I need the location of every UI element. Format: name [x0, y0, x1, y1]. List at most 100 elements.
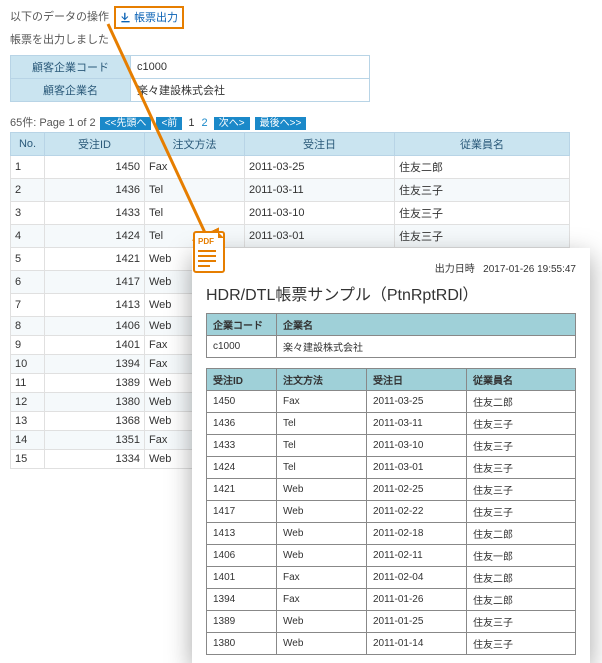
filter-name-label: 顧客企業名 [11, 78, 131, 101]
table-row: 1450Fax2011-03-25住友二郎 [207, 391, 576, 413]
cell-id: 1421 [207, 479, 277, 501]
top-line: 以下のデータの操作 帳票出力 [10, 6, 592, 29]
cell-method: Web [277, 479, 367, 501]
table-row: 1406Web2011-02-11住友一郎 [207, 545, 576, 567]
cell-emp: 住友二郎 [467, 523, 576, 545]
filter-code-value: c1000 [131, 55, 370, 78]
cell-date: 2011-01-25 [367, 611, 467, 633]
cell-emp: 住友三子 [467, 611, 576, 633]
pager-next[interactable]: 次へ> [214, 117, 250, 130]
cell-method: Web [277, 611, 367, 633]
table-row: 1380Web2011-01-14住友三子 [207, 633, 576, 655]
col-date: 受注日 [245, 132, 395, 155]
cell-no: 4 [11, 224, 45, 247]
cell-method: Fax [277, 391, 367, 413]
pdf-code-value: c1000 [207, 336, 277, 358]
table-row: 1394Fax2011-01-26住友二郎 [207, 589, 576, 611]
pdf-preview: PDF 出力日時 2017-01-26 19:55:47 HDR/DTL帳票サン… [192, 248, 590, 663]
table-row: 1436Tel2011-03-11住友三子 [207, 413, 576, 435]
table-row[interactable]: 21436Tel2011-03-11住友三子 [11, 178, 570, 201]
cell-no: 10 [11, 354, 45, 373]
cell-date: 2011-02-11 [367, 545, 467, 567]
cell-emp: 住友二郎 [467, 567, 576, 589]
cell-method: Tel [145, 178, 245, 201]
pager-page-1[interactable]: 1 [188, 117, 194, 129]
pdf-datetime: 出力日時 2017-01-26 19:55:47 [206, 260, 576, 275]
cell-id: 1401 [45, 335, 145, 354]
cell-date: 2011-02-22 [367, 501, 467, 523]
col-no: No. [11, 132, 45, 155]
cell-id: 1413 [45, 293, 145, 316]
pager: 65件: Page 1 of 2 <<先頭へ <前 1 2 次へ> 最後へ>> [10, 114, 592, 130]
cell-date: 2011-03-01 [367, 457, 467, 479]
cell-id: 1394 [207, 589, 277, 611]
cell-id: 1368 [45, 411, 145, 430]
cell-emp: 住友二郎 [467, 391, 576, 413]
cell-method: Fax [277, 567, 367, 589]
cell-date: 2011-03-10 [367, 435, 467, 457]
pager-page-2[interactable]: 2 [202, 117, 208, 129]
cell-method: Tel [145, 201, 245, 224]
pdf-title: HDR/DTL帳票サンプル（PtnRptRDl） [206, 281, 576, 305]
pdf-name-label: 企業名 [277, 314, 576, 336]
cell-id: 1450 [45, 155, 145, 178]
cell-id: 1424 [207, 457, 277, 479]
cell-id: 1433 [45, 201, 145, 224]
filter-name-value: 楽々建設株式会社 [131, 78, 370, 101]
pdf-col-emp: 従業員名 [467, 369, 576, 391]
cell-date: 2011-02-04 [367, 567, 467, 589]
cell-emp: 住友三子 [467, 435, 576, 457]
cell-emp: 住友三子 [395, 178, 570, 201]
table-row[interactable]: 41424Tel2011-03-01住友三子 [11, 224, 570, 247]
cell-emp: 住友一郎 [467, 545, 576, 567]
cell-emp: 住友三子 [467, 633, 576, 655]
cell-no: 11 [11, 373, 45, 392]
table-row[interactable]: 11450Fax2011-03-25住友二郎 [11, 155, 570, 178]
cell-method: Tel [277, 457, 367, 479]
table-row: 1401Fax2011-02-04住友二郎 [207, 567, 576, 589]
cell-emp: 住友三子 [467, 501, 576, 523]
cell-no: 15 [11, 449, 45, 468]
cell-no: 1 [11, 155, 45, 178]
cell-method: Tel [277, 413, 367, 435]
cell-no: 2 [11, 178, 45, 201]
cell-id: 1389 [207, 611, 277, 633]
pdf-code-label: 企業コード [207, 314, 277, 336]
table-row[interactable]: 31433Tel2011-03-10住友三子 [11, 201, 570, 224]
cell-date: 2011-02-18 [367, 523, 467, 545]
pdf-orders-table: 受注ID 注文方法 受注日 従業員名 1450Fax2011-03-25住友二郎… [206, 368, 576, 655]
cell-method: Web [277, 545, 367, 567]
cell-id: 1436 [207, 413, 277, 435]
cell-id: 1394 [45, 354, 145, 373]
cell-no: 3 [11, 201, 45, 224]
pdf-col-date: 受注日 [367, 369, 467, 391]
cell-date: 2011-03-01 [245, 224, 395, 247]
cell-method: Fax [145, 155, 245, 178]
cell-no: 6 [11, 270, 45, 293]
cell-id: 1380 [207, 633, 277, 655]
cell-id: 1424 [45, 224, 145, 247]
col-emp: 従業員名 [395, 132, 570, 155]
cell-no: 12 [11, 392, 45, 411]
cell-id: 1380 [45, 392, 145, 411]
cell-date: 2011-03-11 [245, 178, 395, 201]
pager-first[interactable]: <<先頭へ [100, 117, 152, 130]
pager-count: 65件: Page 1 of 2 [10, 117, 96, 129]
cell-no: 7 [11, 293, 45, 316]
pager-last[interactable]: 最後へ>> [255, 117, 307, 130]
cell-method: Tel [277, 435, 367, 457]
cell-date: 2011-01-26 [367, 589, 467, 611]
cell-date: 2011-03-10 [245, 201, 395, 224]
top-prefix: 以下のデータの操作 [10, 11, 109, 23]
cell-date: 2011-03-25 [367, 391, 467, 413]
pager-prev[interactable]: <前 [156, 117, 182, 130]
pdf-company-table: 企業コード 企業名 c1000 楽々建設株式会社 [206, 313, 576, 358]
cell-date: 2011-02-25 [367, 479, 467, 501]
cell-id: 1436 [45, 178, 145, 201]
cell-date: 2011-03-11 [367, 413, 467, 435]
table-row: 1421Web2011-02-25住友三子 [207, 479, 576, 501]
output-button[interactable]: 帳票出力 [120, 9, 178, 25]
table-row: 1389Web2011-01-25住友三子 [207, 611, 576, 633]
cell-id: 1433 [207, 435, 277, 457]
cell-id: 1421 [45, 247, 145, 270]
